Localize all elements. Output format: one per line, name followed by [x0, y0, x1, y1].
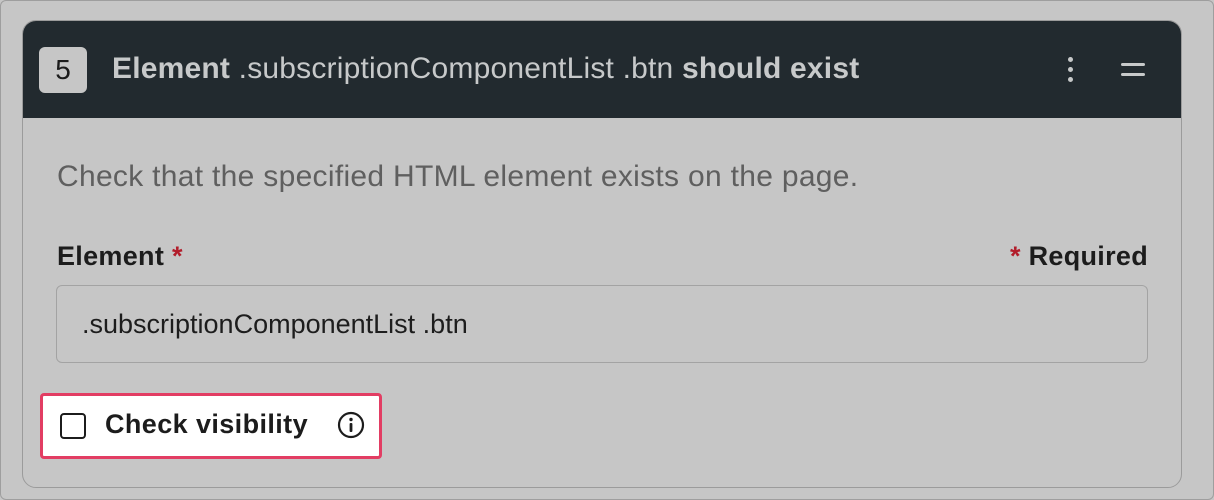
required-note-text: Required: [1028, 241, 1148, 271]
step-title-prefix: Element: [112, 52, 231, 85]
drag-handle-line: [1121, 62, 1145, 66]
required-asterisk: *: [171, 241, 183, 271]
step-header[interactable]: 5 Element .subscriptionComponentList .bt…: [23, 21, 1181, 118]
required-note: * Required: [1010, 241, 1148, 272]
step-number-badge: 5: [39, 47, 87, 93]
drag-handle-icon[interactable]: [1121, 57, 1147, 81]
kebab-menu-icon[interactable]: [1058, 51, 1082, 87]
info-icon[interactable]: [337, 411, 365, 439]
element-selector-input[interactable]: [56, 285, 1148, 363]
element-field-label-text: Element: [57, 241, 165, 271]
drag-handle-line: [1121, 72, 1145, 76]
step-title-selector: .subscriptionComponentList .btn: [238, 52, 674, 85]
step-description: Check that the specified HTML element ex…: [57, 160, 859, 193]
kebab-dot: [1067, 76, 1073, 82]
kebab-dot: [1067, 66, 1073, 72]
required-note-asterisk: *: [1009, 241, 1021, 271]
element-field-label: Element *: [57, 241, 183, 272]
step-title: Element .subscriptionComponentList .btn …: [112, 51, 859, 87]
check-visibility-highlight: Check visibility: [40, 393, 382, 459]
step-card: 5 Element .subscriptionComponentList .bt…: [22, 20, 1182, 488]
check-visibility-label[interactable]: Check visibility: [105, 409, 308, 440]
check-visibility-checkbox[interactable]: [60, 413, 86, 439]
step-title-suffix: should exist: [681, 52, 860, 85]
kebab-dot: [1067, 56, 1073, 62]
